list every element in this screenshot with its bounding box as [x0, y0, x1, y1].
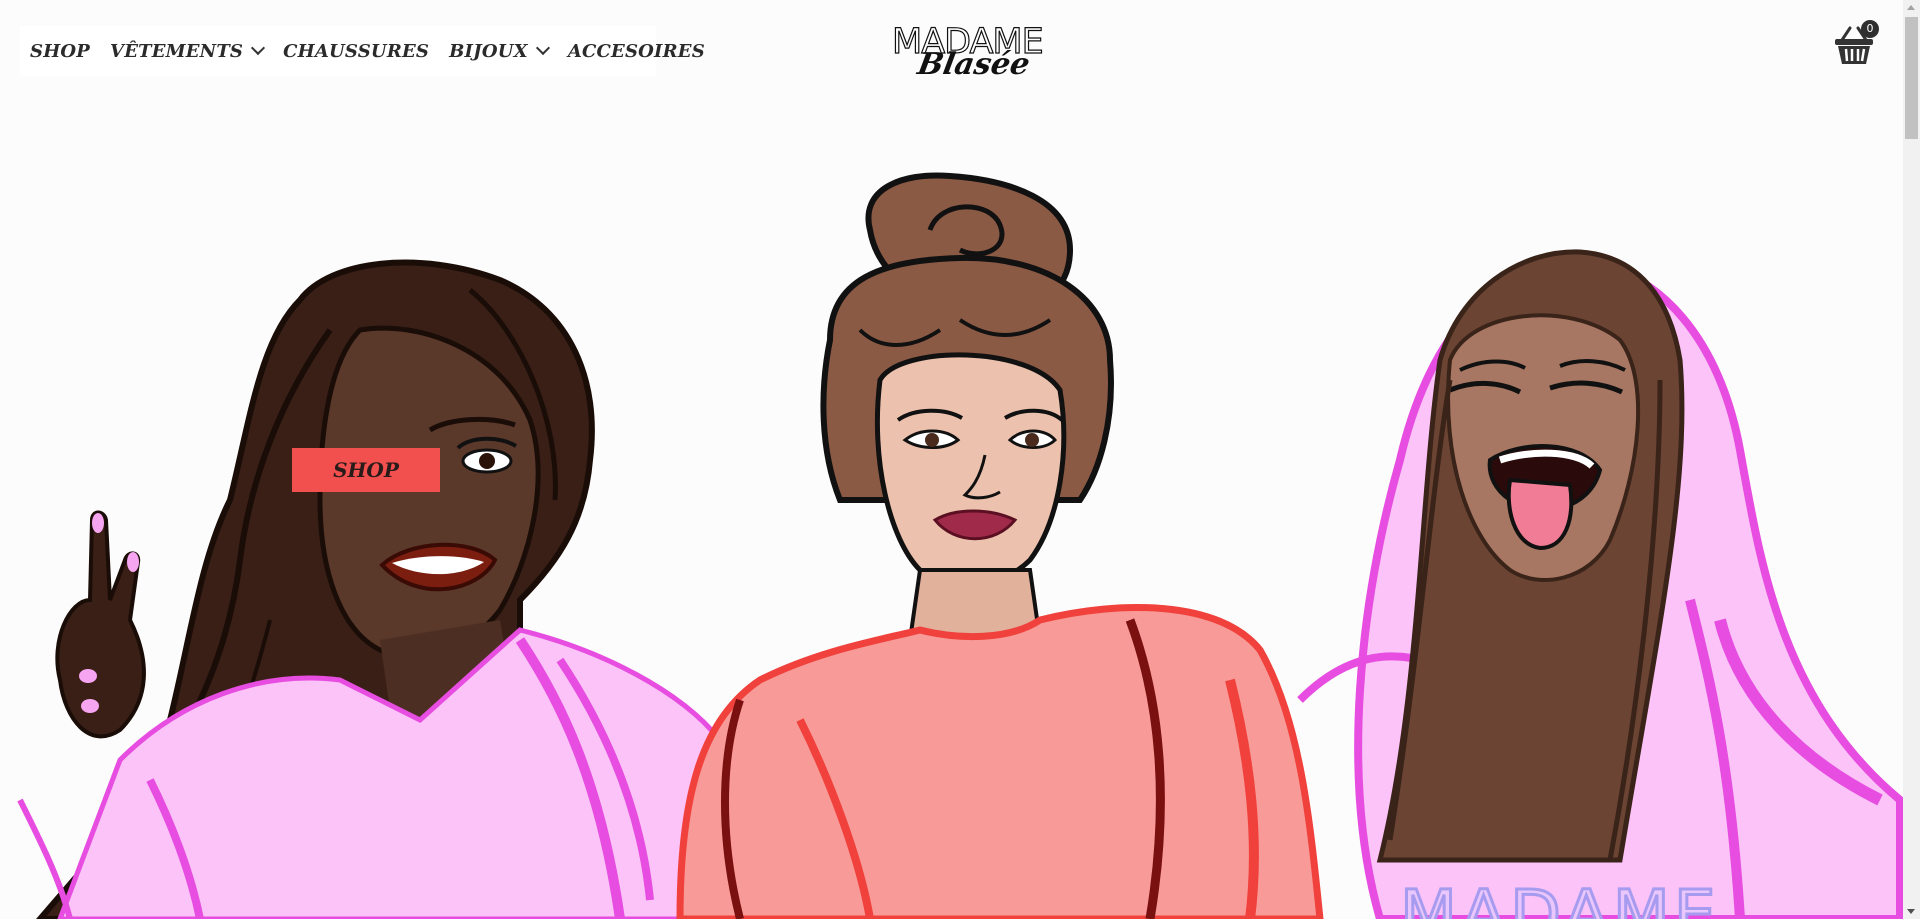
nav-item-chaussures[interactable]: CHAUSSURES: [283, 41, 429, 62]
nav-item-shop[interactable]: SHOP: [30, 41, 90, 62]
right-woman-figure: [1297, 249, 1903, 919]
nav-item-label: VÊTEMENTS: [110, 40, 244, 62]
nav-item-label: ACCESOIRES: [567, 40, 705, 62]
chevron-down-icon: [535, 40, 550, 56]
cart-count-badge: 0: [1861, 20, 1879, 38]
nav-item-label: SHOP: [30, 40, 91, 62]
hero-shop-button[interactable]: SHOP: [292, 448, 440, 492]
center-woman-figure: [676, 172, 1324, 919]
chevron-down-icon: [251, 40, 266, 56]
hero-illustration: [17, 172, 1903, 919]
logo-script-text: Blasée: [915, 47, 1033, 82]
main-navigation: SHOP VÊTEMENTS CHAUSSURES BIJOUX ACCESOI…: [20, 26, 705, 76]
nav-item-accesoires[interactable]: ACCESOIRES: [568, 41, 705, 62]
scrollbar-thumb[interactable]: [1905, 17, 1918, 139]
left-woman-figure: [17, 259, 743, 919]
scroll-down-arrow-icon[interactable]: [1907, 909, 1915, 914]
nav-item-label: BIJOUX: [449, 40, 528, 62]
nav-item-vetements[interactable]: VÊTEMENTS: [110, 40, 266, 62]
brand-logo[interactable]: MADAME Blasée: [890, 21, 1044, 84]
scroll-up-arrow-icon[interactable]: [1907, 5, 1915, 10]
nav-item-bijoux[interactable]: BIJOUX: [449, 40, 550, 62]
cart-button[interactable]: 0: [1832, 20, 1879, 70]
page: MADAME SHOP VÊTEMENTS CHAUSSURES BIJOUX …: [0, 0, 1920, 919]
vertical-scrollbar[interactable]: [1903, 0, 1920, 919]
nav-item-label: CHAUSSURES: [283, 40, 430, 62]
hoodie-print-text: MADAME: [1399, 876, 1720, 919]
